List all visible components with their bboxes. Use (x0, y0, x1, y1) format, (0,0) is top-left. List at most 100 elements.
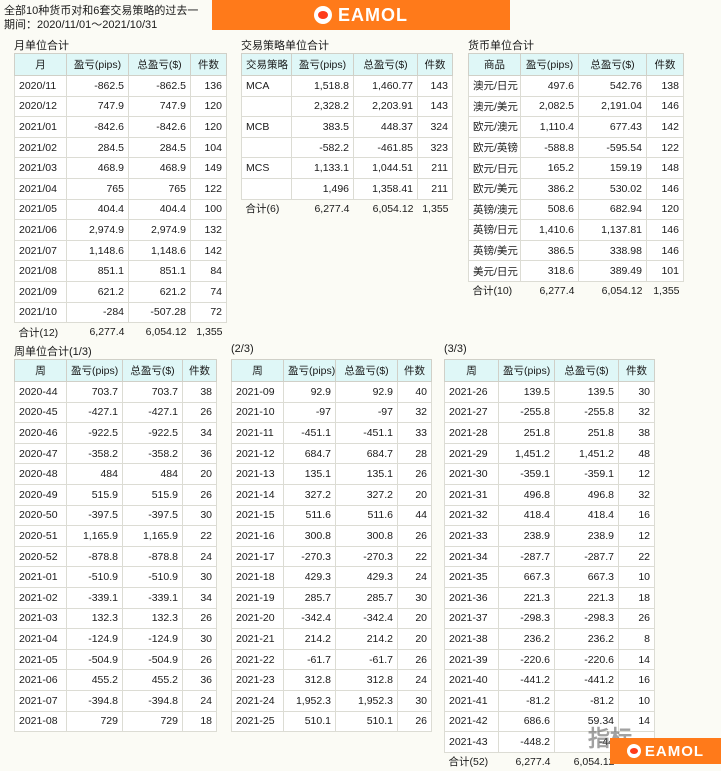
table-cell: 729 (66, 710, 123, 733)
table-cell: 703.7 (66, 381, 123, 403)
weekly3-table: 周盈亏(pips) 总盈亏($) 件数 2021-26 139.5 139.5 30 2021… (444, 359, 655, 771)
total-cell: 1,355 (653, 284, 680, 297)
table-cell: 312.8 (283, 669, 336, 691)
column-header: 总盈亏($) (554, 359, 619, 382)
table-cell: 143 (417, 95, 453, 118)
table-row: 2021-27 -255.8 -255.8 32 (444, 401, 655, 424)
table-cell: 2021-26 (444, 381, 499, 403)
table-cell: -284 (66, 301, 129, 324)
table-cell: 2021-05 (14, 648, 67, 671)
table-row: 2020/11 -862.5 -862.5 136 (14, 75, 227, 97)
table-cell: 2021/06 (14, 219, 67, 241)
table-cell: 2021-32 (444, 504, 499, 527)
table-cell: 2,974.9 (128, 219, 191, 241)
table-cell: 美元/日元 (468, 260, 521, 282)
table-cell: 132.3 (122, 607, 183, 630)
table-cell: -595.54 (578, 136, 647, 159)
table-cell: 386.5 (520, 239, 579, 262)
table-cell: 120 (190, 116, 227, 138)
table-cell: 146 (646, 177, 684, 200)
table-cell (241, 95, 292, 118)
table-cell: 2021-23 (231, 669, 284, 691)
table-cell: 515.9 (66, 483, 123, 506)
table-cell: 2020/12 (14, 95, 67, 118)
table-row: 2021-01 -510.9 -510.9 30 (14, 566, 217, 588)
table-cell: 2021-14 (231, 483, 284, 506)
table-cell: -298.3 (554, 607, 619, 630)
table-cell: 18 (618, 586, 655, 609)
table-row: 2021/10 -284 -507.28 72 (14, 301, 227, 324)
table-row: 2021-09 92.9 92.9 40 (231, 381, 432, 403)
table-cell: 677.43 (578, 116, 647, 138)
table-row: 澳元/美元 2,082.5 2,191.04 146 (468, 95, 684, 118)
table-cell: 1,952.3 (335, 689, 398, 712)
table-cell: 496.8 (498, 483, 555, 506)
table-row: MCB 383.5 448.37 324 (241, 116, 453, 138)
table-row: 2020-47 -358.2 -358.2 36 (14, 442, 217, 465)
table-row: 2021-37 -298.3 -298.3 26 (444, 607, 655, 630)
table-row: 2020-44 703.7 703.7 38 (14, 381, 217, 403)
table-cell: 120 (646, 198, 684, 221)
table-cell: 26 (397, 648, 432, 671)
table-cell: 851.1 (66, 260, 129, 282)
table-row: 2021-40 -441.2 -441.2 16 (444, 669, 655, 691)
table-row: 2021/05 404.4 404.4 100 (14, 198, 227, 221)
table-cell: 300.8 (335, 525, 398, 547)
table-cell: 142 (190, 239, 227, 262)
table-row: 2021-07 -394.8 -394.8 24 (14, 689, 217, 712)
table-cell: 24 (182, 545, 217, 568)
table-cell: 22 (618, 545, 655, 568)
table-row: 2021/04 765 765 122 (14, 177, 227, 200)
table-row: 2021/02 284.5 284.5 104 (14, 136, 227, 159)
table-row: 2021-19 285.7 285.7 30 (231, 586, 432, 609)
table-cell: 285.7 (283, 586, 336, 609)
column-header: 总盈亏($) (335, 359, 398, 382)
table-cell: 30 (182, 628, 217, 650)
table-cell: 英镑/美元 (468, 239, 521, 262)
table-cell: -878.8 (66, 545, 123, 568)
table-cell: 8 (618, 628, 655, 650)
table-cell: 324 (417, 116, 453, 138)
table-cell: -588.8 (520, 136, 579, 159)
watermark-brand: EAMOL (644, 742, 705, 760)
table-cell: 26 (182, 401, 217, 424)
table-row: -582.2 -461.85 323 (241, 136, 453, 159)
table-cell: 510.1 (335, 710, 398, 733)
table-cell: -582.2 (291, 136, 354, 159)
table-row: 欧元/英镑 -588.8 -595.54 122 (468, 136, 684, 159)
table-cell: 16 (618, 669, 655, 691)
table-cell: 2021-34 (444, 545, 499, 568)
table-cell: -97 (335, 401, 398, 424)
table-cell: 251.8 (498, 422, 555, 444)
table-cell: 429.3 (283, 566, 336, 588)
table-cell: 146 (646, 95, 684, 118)
table-cell: -461.85 (353, 136, 418, 159)
table-cell: 38 (618, 422, 655, 444)
table-cell: 10 (618, 566, 655, 588)
table-cell: 284.5 (66, 136, 129, 159)
table-cell: -81.2 (498, 689, 555, 712)
table-row: 2021-25 510.1 510.1 26 (231, 710, 432, 733)
table-row: 2021/06 2,974.9 2,974.9 132 (14, 219, 227, 241)
table-cell: 2021-12 (231, 442, 284, 465)
header-row: 周盈亏(pips) 总盈亏($) 件数 (444, 359, 655, 382)
table-cell: 484 (122, 463, 183, 485)
table-cell: 2021-09 (231, 381, 284, 403)
table-cell: 2021-25 (231, 710, 284, 733)
table-row: 2021-06 455.2 455.2 36 (14, 669, 217, 691)
table-cell: 2021-08 (14, 710, 67, 733)
table-cell: -124.9 (66, 628, 123, 650)
total-cell: 6,054.12 (573, 755, 615, 768)
table-cell: 2021-20 (231, 607, 284, 630)
table-row: 2021-29 1,451.2 1,451.2 48 (444, 442, 655, 465)
table-row: 2021-31 496.8 496.8 32 (444, 483, 655, 506)
table-cell: 26 (397, 525, 432, 547)
table-row: 2021-41 -81.2 -81.2 10 (444, 689, 655, 712)
table-cell: 2021-04 (14, 628, 67, 650)
table-cell: 2021-11 (231, 422, 284, 444)
table-row: 2,328.2 2,203.91 143 (241, 95, 453, 118)
brand-name: EAMOL (338, 4, 408, 25)
table-cell: -298.3 (498, 607, 555, 630)
table-cell: 26 (182, 607, 217, 630)
table-cell: 2020-50 (14, 504, 67, 527)
